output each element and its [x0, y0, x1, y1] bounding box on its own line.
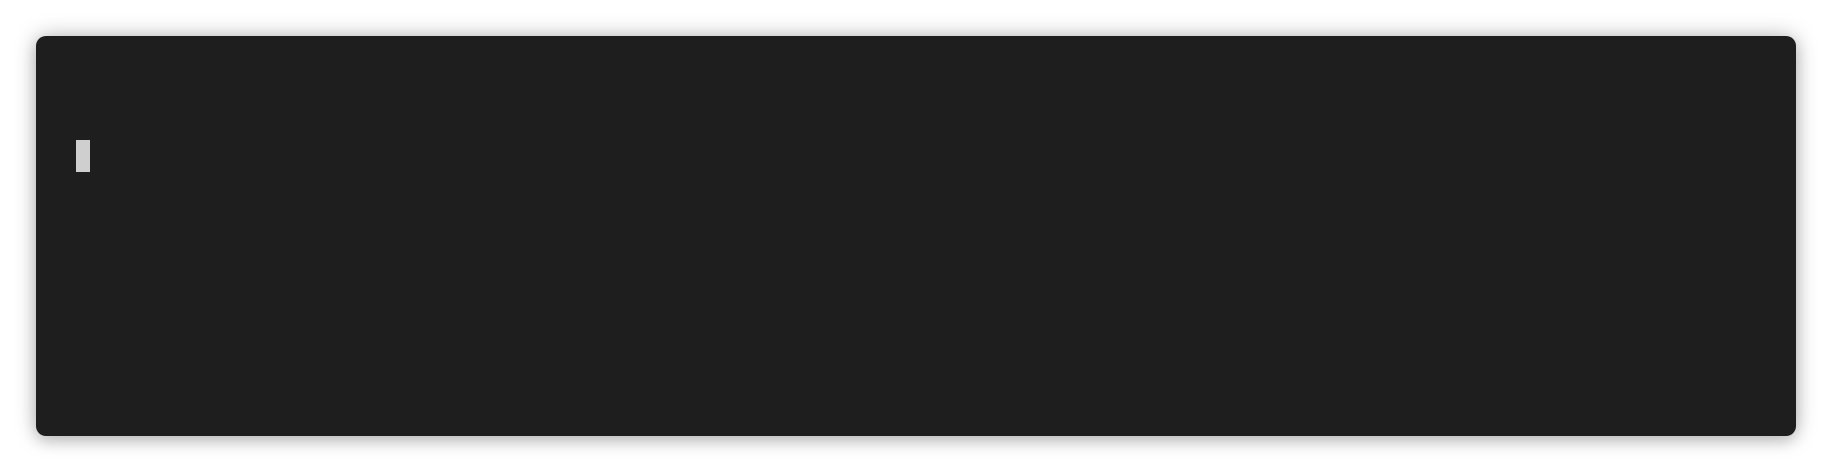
terminal-screen[interactable] — [76, 76, 1756, 396]
terminal-prompt-line — [76, 140, 1756, 172]
terminal-window[interactable] — [36, 36, 1796, 436]
text-cursor — [76, 140, 90, 172]
